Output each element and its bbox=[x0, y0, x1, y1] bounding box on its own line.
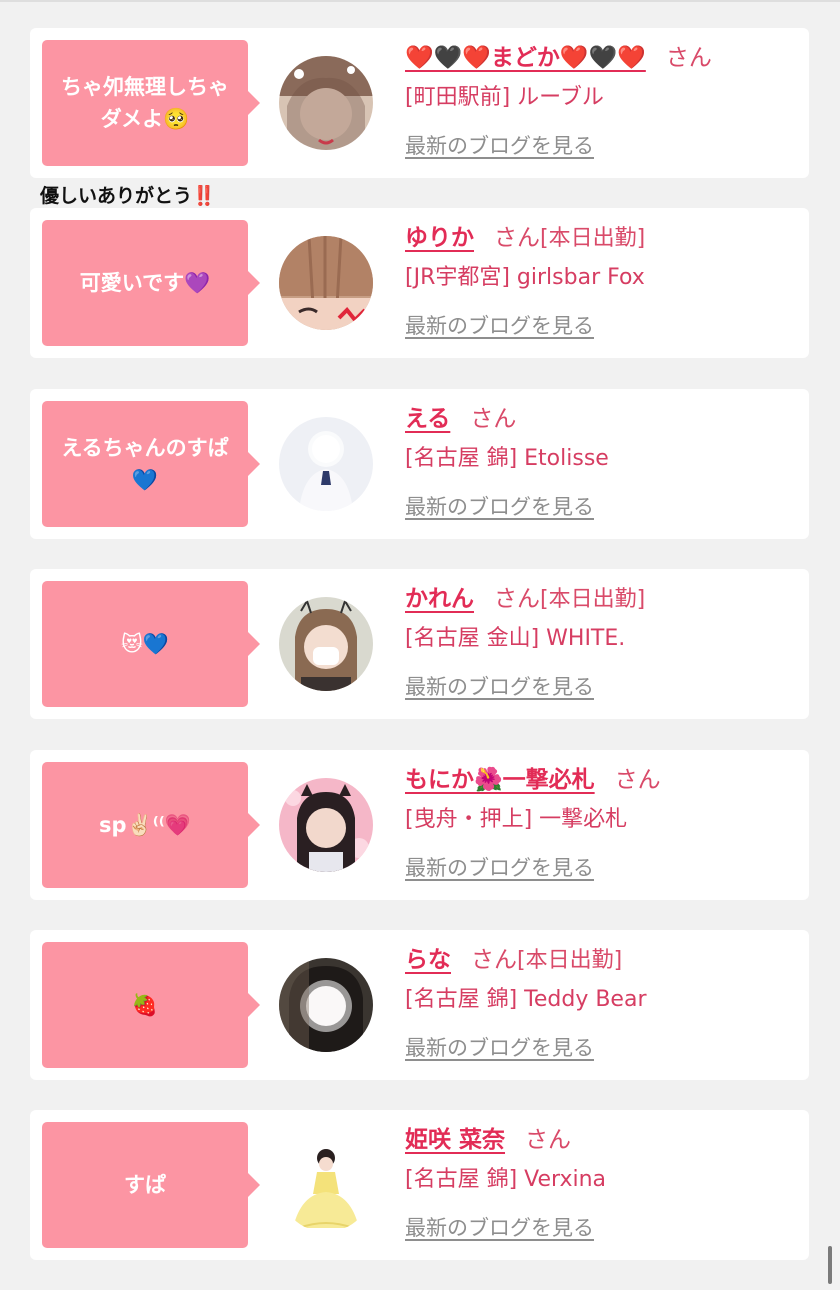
honorific: さん bbox=[494, 586, 540, 612]
comment-bubble: sp✌🏻⁽⁽💗 bbox=[42, 762, 260, 888]
cast-card: 🍓 らな さん[本日出勤] [名古屋 錦] Teddy Bear 最新のブログを見… bbox=[30, 930, 809, 1080]
avatar[interactable] bbox=[279, 417, 373, 511]
shop-name: [名古屋 錦] Verxina bbox=[405, 1167, 607, 1192]
comment-bubble: 可愛いです💜 bbox=[42, 220, 260, 346]
comment-line: 🍓 bbox=[131, 993, 159, 1017]
shop-name: [曳舟・押上] 一撃必札 bbox=[405, 807, 628, 832]
cast-card: sp✌🏻⁽⁽💗 もにか🌺一撃必札 さん [曳舟・押上] 一撃必札 最新のブログを見… bbox=[30, 750, 809, 900]
latest-blog-link[interactable]: 最新のブログを見る bbox=[405, 1032, 594, 1064]
name-row: える さん bbox=[405, 401, 516, 437]
comment-line: 可愛いです💜 bbox=[79, 271, 211, 295]
cast-name-link[interactable]: もにか🌺一撃必札 bbox=[405, 767, 595, 793]
shop-name: [名古屋 錦] Teddy Bear bbox=[405, 987, 647, 1012]
top-divider bbox=[0, 0, 840, 2]
comment-line: sp✌🏻⁽⁽💗 bbox=[99, 813, 191, 837]
cast-name-link[interactable]: ゆりか bbox=[405, 225, 474, 251]
avatar[interactable] bbox=[279, 56, 373, 150]
shop-name: [名古屋 錦] Etolisse bbox=[405, 446, 609, 471]
scrollbar[interactable] bbox=[828, 1246, 832, 1284]
comment-bubble: ちゃ夘無理しちゃ ダメよ🥺 bbox=[42, 40, 260, 166]
shop-name: [名古屋 金山] WHITE. bbox=[405, 626, 626, 651]
cast-card: すぱ 姫咲 菜奈 さん [名古屋 錦] Verxina 最新のブログを見る bbox=[30, 1110, 809, 1260]
avatar[interactable] bbox=[279, 958, 373, 1052]
name-row: もにか🌺一撃必札 さん bbox=[405, 762, 661, 798]
work-status: [本日出勤] bbox=[540, 226, 646, 251]
name-row: ゆりか さん[本日出勤] bbox=[405, 220, 645, 256]
comment-line: すぱ bbox=[124, 1173, 166, 1197]
latest-blog-link[interactable]: 最新のブログを見る bbox=[405, 852, 594, 884]
comment-bubble: 🍓 bbox=[42, 942, 260, 1068]
work-status: [本日出勤] bbox=[540, 587, 646, 612]
comment-bubble: えるちゃんのすぱ 💙 bbox=[42, 401, 260, 527]
name-row: 姫咲 菜奈 さん bbox=[405, 1122, 571, 1158]
thanks-note: 優しいありがとう‼️ bbox=[40, 185, 216, 207]
cast-card: 😻💙 かれん さん[本日出勤] [名古屋 金山] WHITE. 最新のブログを見る bbox=[30, 569, 809, 719]
comment-line: 💙 bbox=[131, 468, 159, 492]
cast-name-link[interactable]: える bbox=[405, 406, 450, 432]
shop-name: [町田駅前] ルーブル bbox=[405, 85, 604, 110]
comment-line: ちゃ夘無理しちゃ bbox=[61, 75, 229, 99]
honorific: さん bbox=[614, 767, 661, 793]
honorific: さん bbox=[471, 947, 517, 973]
name-row: かれん さん[本日出勤] bbox=[405, 581, 645, 617]
work-status: [本日出勤] bbox=[517, 948, 623, 973]
comment-bubble: 😻💙 bbox=[42, 581, 260, 707]
latest-blog-link[interactable]: 最新のブログを見る bbox=[405, 671, 594, 703]
avatar[interactable] bbox=[279, 236, 373, 330]
cast-card: 可愛いです💜 ゆりか さん[本日出勤] [JR宇都宮] girlsbar Fox … bbox=[30, 208, 809, 358]
honorific: さん bbox=[665, 45, 712, 71]
latest-blog-link[interactable]: 最新のブログを見る bbox=[405, 310, 594, 342]
avatar[interactable] bbox=[279, 1138, 373, 1232]
comment-line: えるちゃんのすぱ bbox=[61, 436, 229, 460]
shop-name: [JR宇都宮] girlsbar Fox bbox=[405, 265, 645, 290]
cast-card: ちゃ夘無理しちゃ ダメよ🥺 ❤️🖤❤️まどか❤️🖤❤️ さん [町田駅前] ルーブ… bbox=[30, 28, 809, 178]
latest-blog-link[interactable]: 最新のブログを見る bbox=[405, 130, 594, 162]
latest-blog-link[interactable]: 最新のブログを見る bbox=[405, 491, 594, 523]
comment-line: 😻💙 bbox=[120, 632, 170, 656]
cast-name-link[interactable]: ❤️🖤❤️まどか❤️🖤❤️ bbox=[405, 45, 646, 71]
honorific: さん bbox=[525, 1127, 572, 1153]
cast-card: えるちゃんのすぱ 💙 える さん [名古屋 錦] Etolisse 最新のブログを… bbox=[30, 389, 809, 539]
latest-blog-link[interactable]: 最新のブログを見る bbox=[405, 1212, 594, 1244]
honorific: さん bbox=[494, 225, 540, 251]
avatar[interactable] bbox=[279, 778, 373, 872]
cast-name-link[interactable]: かれん bbox=[405, 586, 474, 612]
cast-name-link[interactable]: らな bbox=[405, 947, 451, 973]
name-row: らな さん[本日出勤] bbox=[405, 942, 622, 978]
cast-name-link[interactable]: 姫咲 菜奈 bbox=[405, 1127, 505, 1153]
honorific: さん bbox=[470, 406, 517, 432]
avatar[interactable] bbox=[279, 597, 373, 691]
name-row: ❤️🖤❤️まどか❤️🖤❤️ さん bbox=[405, 40, 712, 76]
comment-line: ダメよ🥺 bbox=[100, 107, 190, 131]
comment-bubble: すぱ bbox=[42, 1122, 260, 1248]
